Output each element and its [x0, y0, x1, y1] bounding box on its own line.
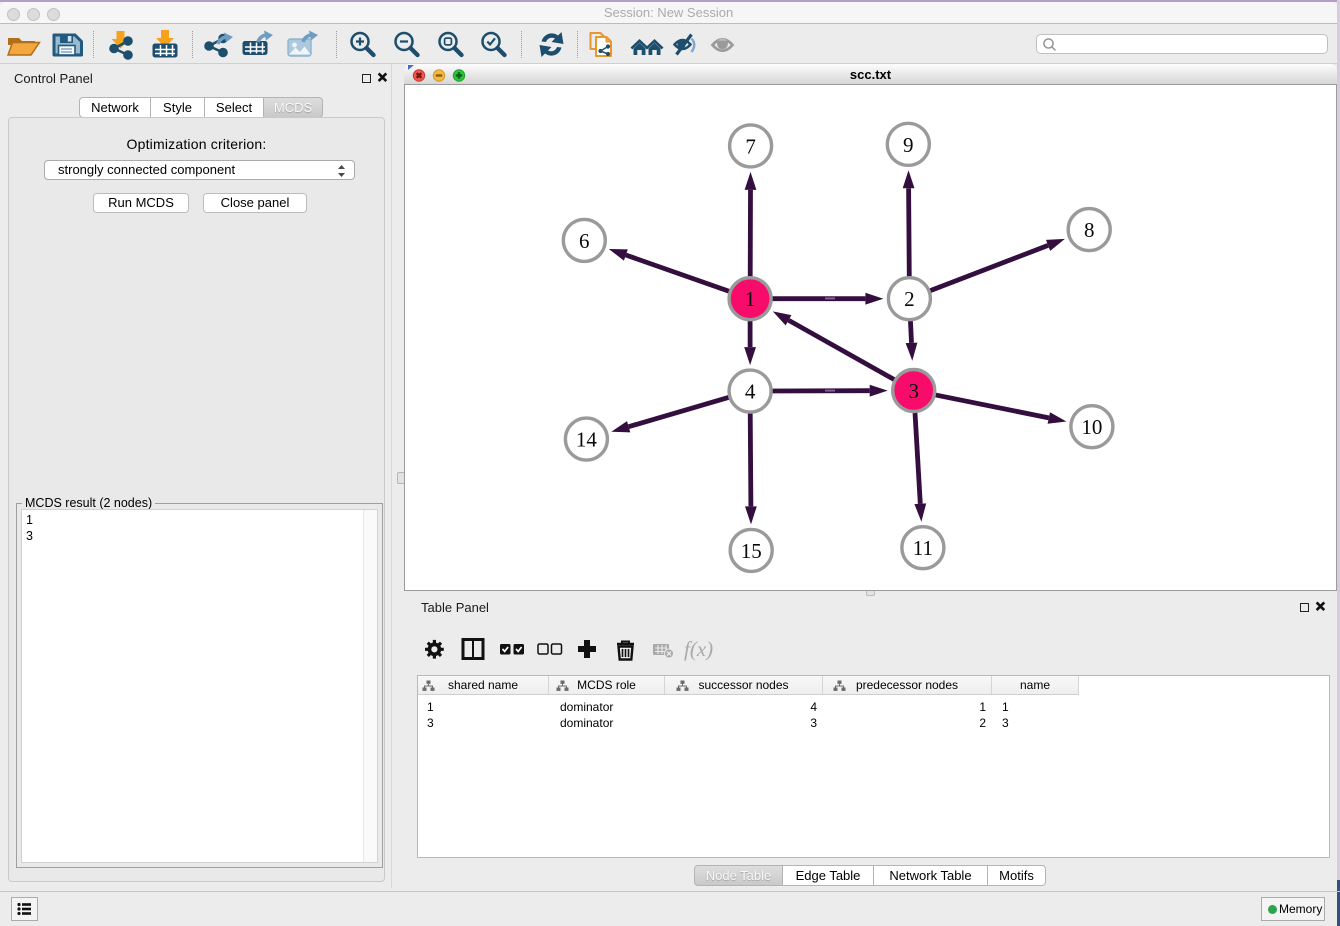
- svg-text:8: 8: [1084, 218, 1095, 242]
- svg-text:7: 7: [745, 134, 756, 158]
- svg-text:4: 4: [745, 380, 756, 404]
- svg-text:3: 3: [908, 379, 919, 403]
- svg-text:6: 6: [579, 229, 590, 253]
- svg-text:10: 10: [1081, 415, 1102, 439]
- svg-text:11: 11: [913, 536, 933, 560]
- svg-text:2: 2: [904, 287, 915, 311]
- svg-text:1: 1: [745, 287, 756, 311]
- svg-text:14: 14: [576, 428, 598, 452]
- svg-text:9: 9: [903, 133, 914, 157]
- svg-text:15: 15: [741, 539, 762, 563]
- svg-text:f(x): f(x): [684, 637, 713, 661]
